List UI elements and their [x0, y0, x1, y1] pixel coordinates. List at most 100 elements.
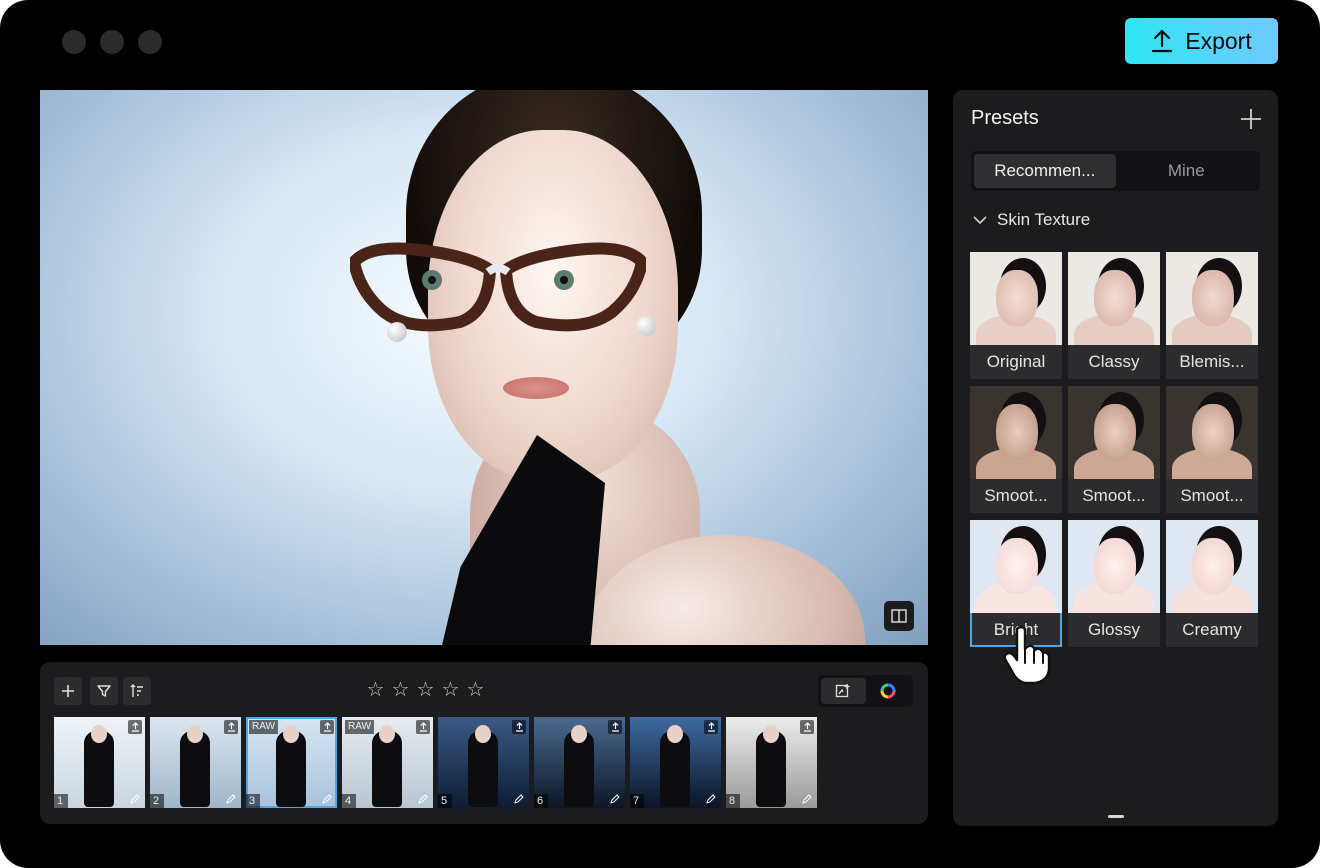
- sort-button[interactable]: [123, 677, 151, 705]
- thumbnail-head: [475, 725, 491, 743]
- star-icon[interactable]: ☆: [466, 679, 485, 701]
- plus-icon: [62, 685, 74, 697]
- raw-badge: RAW: [249, 720, 278, 734]
- thumbnail-index: 5: [438, 794, 452, 808]
- before-after-toggle[interactable]: [821, 678, 866, 704]
- preset-card[interactable]: Original: [970, 252, 1062, 379]
- upload-icon[interactable]: [800, 720, 814, 734]
- thumbnail-index: 7: [630, 794, 644, 808]
- edit-icon[interactable]: [512, 792, 526, 806]
- filmstrip-panel: ☆ ☆ ☆ ☆ ☆ 1 2 3 RAW 4 RAW 5 6 7 8: [40, 662, 928, 824]
- photo-earring-left: [387, 322, 407, 342]
- upload-icon[interactable]: [224, 720, 238, 734]
- edit-icon[interactable]: [128, 792, 142, 806]
- thumbnail-index: 4: [342, 794, 356, 808]
- thumbnail-3[interactable]: 3 RAW: [246, 717, 337, 808]
- thumbnail-5[interactable]: 5: [438, 717, 529, 808]
- thumbnail-4[interactable]: 4 RAW: [342, 717, 433, 808]
- edit-icon[interactable]: [224, 792, 238, 806]
- panel-resize-handle[interactable]: [1108, 815, 1124, 818]
- thumbnail-head: [667, 725, 683, 743]
- color-wheel-icon: [880, 683, 896, 699]
- thumbnail-6[interactable]: 6: [534, 717, 625, 808]
- star-icon[interactable]: ☆: [416, 679, 435, 701]
- thumbnail-7[interactable]: 7: [630, 717, 721, 808]
- preset-card[interactable]: Classy: [1068, 252, 1160, 379]
- photo-glasses: [350, 242, 646, 332]
- preset-card[interactable]: Smoot...: [1166, 386, 1258, 513]
- edit-icon[interactable]: [800, 792, 814, 806]
- compare-icon: [891, 609, 907, 623]
- presets-title: Presets: [971, 107, 1039, 129]
- preset-thumbnail: [970, 520, 1062, 613]
- preset-card[interactable]: Glossy: [1068, 520, 1160, 647]
- thumbnail-index: 2: [150, 794, 164, 808]
- upload-icon: [1152, 29, 1173, 53]
- preset-thumbnail: [970, 386, 1062, 479]
- preset-label: Smoot...: [984, 486, 1048, 505]
- star-icon[interactable]: ☆: [441, 679, 460, 701]
- upload-icon[interactable]: [320, 720, 334, 734]
- edit-icon[interactable]: [608, 792, 622, 806]
- preset-card[interactable]: Smoot...: [970, 386, 1062, 513]
- preset-label: Bright: [993, 620, 1039, 639]
- preset-card[interactable]: Bright: [970, 520, 1062, 647]
- thumbnail-head: [91, 725, 107, 743]
- preset-label: Creamy: [1182, 620, 1242, 639]
- star-icon[interactable]: ☆: [391, 679, 410, 701]
- presets-panel: Presets Recommen... Mine Skin Texture Ori…: [953, 90, 1278, 826]
- add-photo-button[interactable]: [54, 677, 82, 705]
- thumbnail-8[interactable]: 8: [726, 717, 817, 808]
- export-label: Export: [1185, 27, 1252, 54]
- preset-thumbnail: [1166, 520, 1258, 613]
- edit-icon[interactable]: [320, 792, 334, 806]
- compare-button[interactable]: [884, 601, 914, 631]
- thumbnail-index: 8: [726, 794, 740, 808]
- main-photo[interactable]: [40, 90, 928, 645]
- upload-icon[interactable]: [416, 720, 430, 734]
- export-button[interactable]: Export: [1125, 18, 1278, 64]
- preset-label: Blemis...: [1179, 352, 1245, 371]
- upload-icon[interactable]: [512, 720, 526, 734]
- photo-earring-right: [636, 316, 656, 336]
- add-preset-button[interactable]: [1239, 108, 1263, 132]
- presets-tabs: Recommen... Mine: [971, 151, 1260, 191]
- section-title: Skin Texture: [997, 210, 1091, 229]
- edit-icon[interactable]: [416, 792, 430, 806]
- thumbnail-2[interactable]: 2: [150, 717, 241, 808]
- tab-mine[interactable]: Mine: [1116, 154, 1258, 188]
- preset-card[interactable]: Blemis...: [1166, 252, 1258, 379]
- preset-label: Glossy: [1088, 620, 1140, 639]
- photo-lips: [503, 377, 569, 399]
- edit-icon[interactable]: [704, 792, 718, 806]
- preset-thumbnail: [1166, 252, 1258, 345]
- section-skin-texture[interactable]: Skin Texture: [973, 210, 1090, 230]
- thumbnail-index: 6: [534, 794, 548, 808]
- preset-label: Smoot...: [1180, 486, 1244, 505]
- preset-grid: Original Classy Blemis... Smoot... Smoot... S…: [970, 252, 1258, 647]
- maximize-window-button[interactable]: [138, 30, 162, 54]
- preset-thumbnail: [970, 252, 1062, 345]
- upload-icon[interactable]: [704, 720, 718, 734]
- close-window-button[interactable]: [62, 30, 86, 54]
- thumbnail-head: [283, 725, 299, 743]
- preset-label: Classy: [1088, 352, 1140, 371]
- view-toggle: [818, 675, 913, 707]
- preset-thumbnail: [1068, 252, 1160, 345]
- compare-add-icon: [836, 684, 850, 698]
- thumbnail-index: 3: [246, 794, 260, 808]
- star-icon[interactable]: ☆: [366, 679, 385, 701]
- minimize-window-button[interactable]: [100, 30, 124, 54]
- app-window: Export ☆ ☆ ☆ ☆ ☆ 1 2 3 RAW 4 RAW 5 6 7 8…: [0, 0, 1320, 868]
- thumbnail-index: 1: [54, 794, 68, 808]
- filter-button[interactable]: [90, 677, 118, 705]
- upload-icon[interactable]: [608, 720, 622, 734]
- preset-card[interactable]: Creamy: [1166, 520, 1258, 647]
- color-toggle[interactable]: [866, 678, 911, 704]
- preset-card[interactable]: Smoot...: [1068, 386, 1160, 513]
- thumbnail-head: [379, 725, 395, 743]
- thumbnail-1[interactable]: 1: [54, 717, 145, 808]
- tab-recommended[interactable]: Recommen...: [974, 154, 1116, 188]
- preset-label: Smoot...: [1082, 486, 1146, 505]
- upload-icon[interactable]: [128, 720, 142, 734]
